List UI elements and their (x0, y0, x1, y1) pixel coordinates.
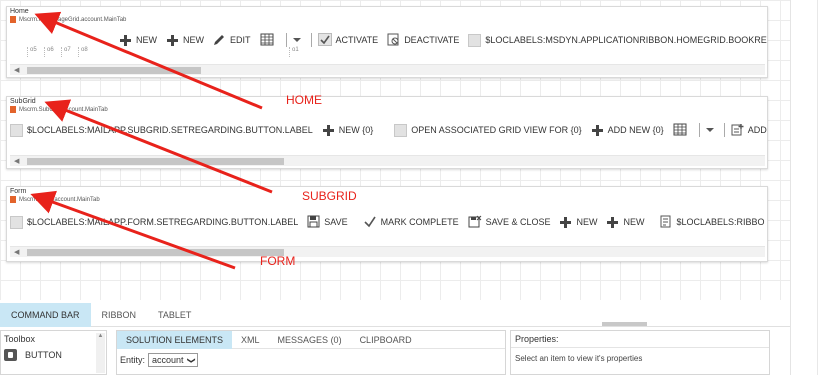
form-arrow (30, 190, 236, 270)
properties-panel: Properties: Select an item to view it's … (510, 330, 770, 375)
toolbox-item-button[interactable]: BUTTON (1, 347, 106, 363)
subgrid-arrow (44, 99, 273, 194)
toolbox-item-label: BUTTON (25, 350, 62, 360)
tab-xml[interactable]: XML (232, 331, 269, 349)
entity-select[interactable]: account ❯ (148, 353, 199, 367)
entity-row: Entity: account ❯ (117, 349, 505, 371)
chevron-down-icon: ❯ (186, 356, 196, 364)
pane-splitter-handle[interactable] (602, 322, 647, 326)
tab-tablet[interactable]: TABLET (147, 303, 202, 327)
solution-elements-panel: SOLUTION ELEMENTS XML MESSAGES (0) CLIPB… (116, 330, 506, 375)
home-annotation-label: HOME (286, 93, 322, 107)
entity-label: Entity: (120, 355, 146, 365)
annotation-arrows (30, 11, 273, 270)
home-arrow (34, 11, 263, 110)
subgrid-annotation-label: SUBGRID (302, 189, 357, 203)
properties-message: Select an item to view it's properties (515, 354, 643, 363)
toolbox-scrollbar[interactable]: ▲ (96, 333, 105, 373)
tab-clipboard[interactable]: CLIPBOARD (351, 331, 421, 349)
tab-messages[interactable]: MESSAGES (0) (269, 331, 351, 349)
panel-divider (817, 0, 818, 375)
toolbox-title: Toolbox (4, 334, 36, 344)
form-annotation-label: FORM (260, 254, 296, 268)
properties-title: Properties: (511, 331, 769, 348)
right-side-panel (790, 0, 826, 375)
tab-ribbon[interactable]: RIBBON (91, 303, 148, 327)
designer-canvas: Home Mscrm.HomepageGrid.account.MainTab … (0, 0, 790, 300)
button-icon (4, 349, 17, 361)
designer-mode-tabs: COMMAND BAR RIBBON TABLET (0, 302, 790, 327)
solution-tabs: SOLUTION ELEMENTS XML MESSAGES (0) CLIPB… (117, 330, 505, 349)
tab-solution-elements[interactable]: SOLUTION ELEMENTS (117, 330, 233, 349)
entity-select-value: account (152, 355, 184, 365)
toolbox-panel: Toolbox BUTTON ▲ (0, 330, 107, 375)
tab-command-bar[interactable]: COMMAND BAR (0, 302, 91, 327)
